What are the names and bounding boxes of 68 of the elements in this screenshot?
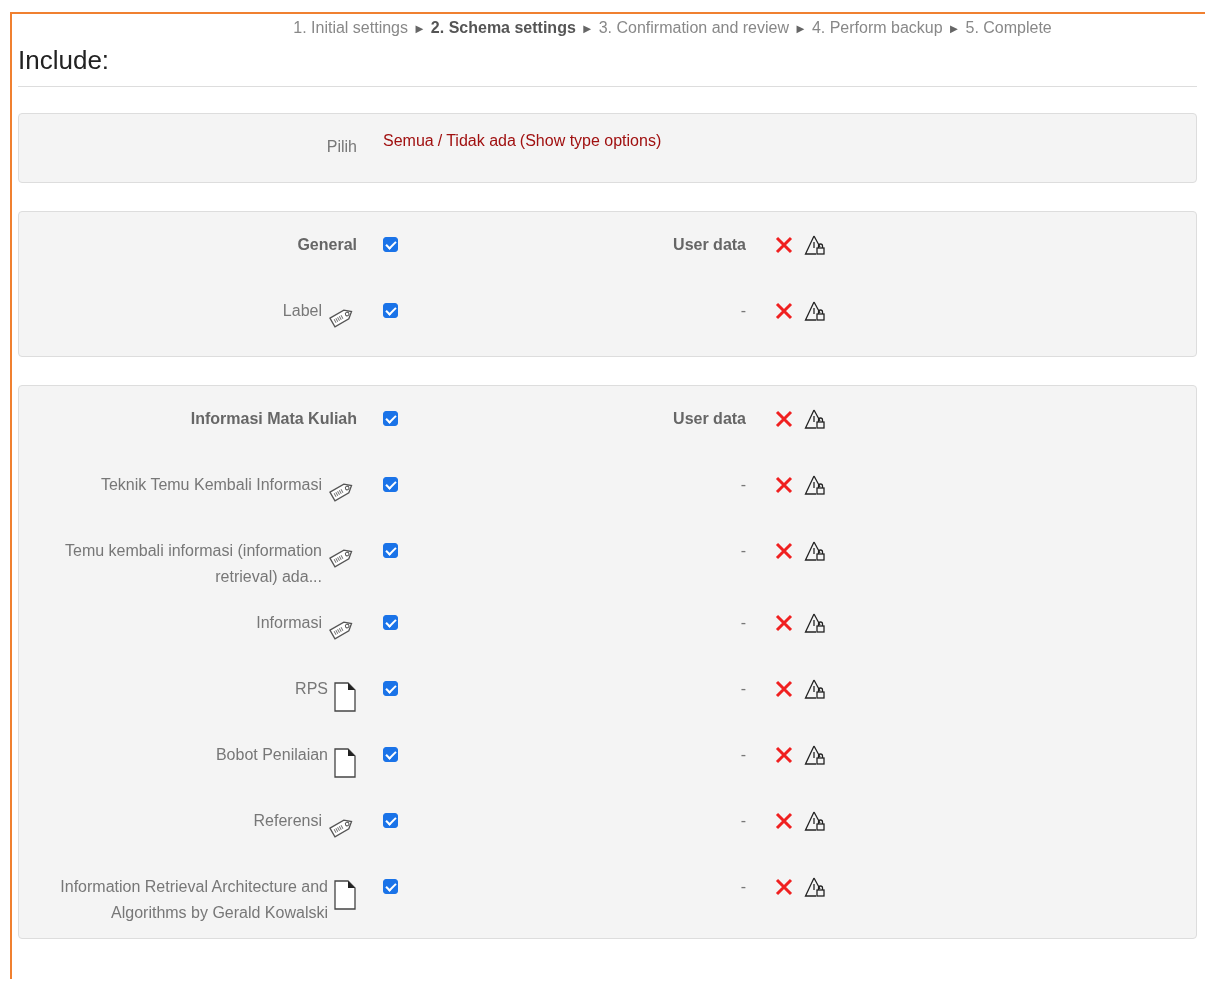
user-data-value: -: [740, 302, 746, 319]
section-heading: Include:: [18, 45, 1197, 87]
checkbox[interactable]: [383, 879, 398, 894]
checkbox[interactable]: [383, 237, 398, 252]
checkbox[interactable]: [383, 813, 398, 828]
checkbox[interactable]: [383, 303, 398, 318]
step-separator: ►: [947, 21, 961, 36]
step-label: 1. Initial settings: [293, 19, 408, 36]
activity-label: Teknik Temu Kembali Informasi: [100, 475, 322, 495]
activity-label: Referensi: [253, 811, 322, 831]
step-label: 3. Confirmation and review: [598, 19, 789, 36]
activity-label: Information Retrieval Architecture and Algorithms by Gerald Kowalski: [59, 877, 328, 923]
warning-lock-icon: [804, 744, 826, 766]
warning-lock-icon: [804, 540, 826, 562]
section-title: Informasi Mata Kuliah: [190, 409, 357, 429]
warning-lock-icon: [804, 234, 826, 256]
cross-icon: [774, 235, 794, 255]
activity-label: Temu kembali informasi (information retrieval) ada...: [64, 541, 322, 587]
file-icon: [333, 682, 357, 712]
step-label: 2. Schema settings: [430, 19, 576, 36]
checkbox[interactable]: [383, 747, 398, 762]
step-separator: ►: [580, 21, 594, 36]
cross-icon: [774, 811, 794, 831]
warning-lock-icon: [804, 678, 826, 700]
checkbox[interactable]: [383, 681, 398, 696]
checkbox[interactable]: [383, 411, 398, 426]
cross-icon: [774, 541, 794, 561]
cross-icon: [774, 745, 794, 765]
user-data-value: -: [740, 878, 746, 895]
warning-lock-icon: [804, 612, 826, 634]
show-type-options-link[interactable]: (Show type options): [519, 128, 662, 154]
checkbox[interactable]: [383, 477, 398, 492]
cross-icon: [774, 301, 794, 321]
select-none-link[interactable]: Tidak ada: [446, 128, 516, 154]
cross-icon: [774, 475, 794, 495]
warning-lock-icon: [804, 474, 826, 496]
step-separator: ►: [794, 21, 807, 36]
step-separator: ►: [413, 21, 426, 36]
user-data-value: -: [740, 476, 746, 493]
activity-label: Label: [282, 301, 322, 321]
warning-lock-icon: [804, 408, 826, 430]
cross-icon: [774, 877, 794, 897]
activity-label: Bobot Penilaian: [215, 745, 328, 765]
step-label: 4. Perform backup: [811, 19, 943, 36]
checkbox[interactable]: [383, 543, 398, 558]
file-icon: [333, 880, 357, 910]
select-all-link[interactable]: Semua: [383, 128, 434, 154]
checkbox[interactable]: [383, 615, 398, 630]
select-label: Pilih: [326, 137, 357, 157]
cross-icon: [774, 679, 794, 699]
link-separator: /: [437, 131, 443, 151]
cross-icon: [774, 613, 794, 633]
file-icon: [333, 748, 357, 778]
user-data-value: -: [740, 680, 746, 697]
warning-lock-icon: [804, 810, 826, 832]
step-label: 5. Complete: [965, 19, 1052, 36]
activity-label: Informasi: [256, 613, 322, 633]
user-data-value: -: [740, 614, 746, 631]
activity-label: RPS: [295, 679, 328, 699]
warning-lock-icon: [804, 300, 826, 322]
section-title: General: [297, 235, 357, 255]
user-data-label: User data: [673, 236, 746, 253]
user-data-value: -: [740, 746, 746, 763]
user-data-value: -: [740, 542, 746, 559]
cross-icon: [774, 409, 794, 429]
user-data-value: -: [740, 812, 746, 829]
user-data-label: User data: [673, 410, 746, 427]
warning-lock-icon: [804, 876, 826, 898]
